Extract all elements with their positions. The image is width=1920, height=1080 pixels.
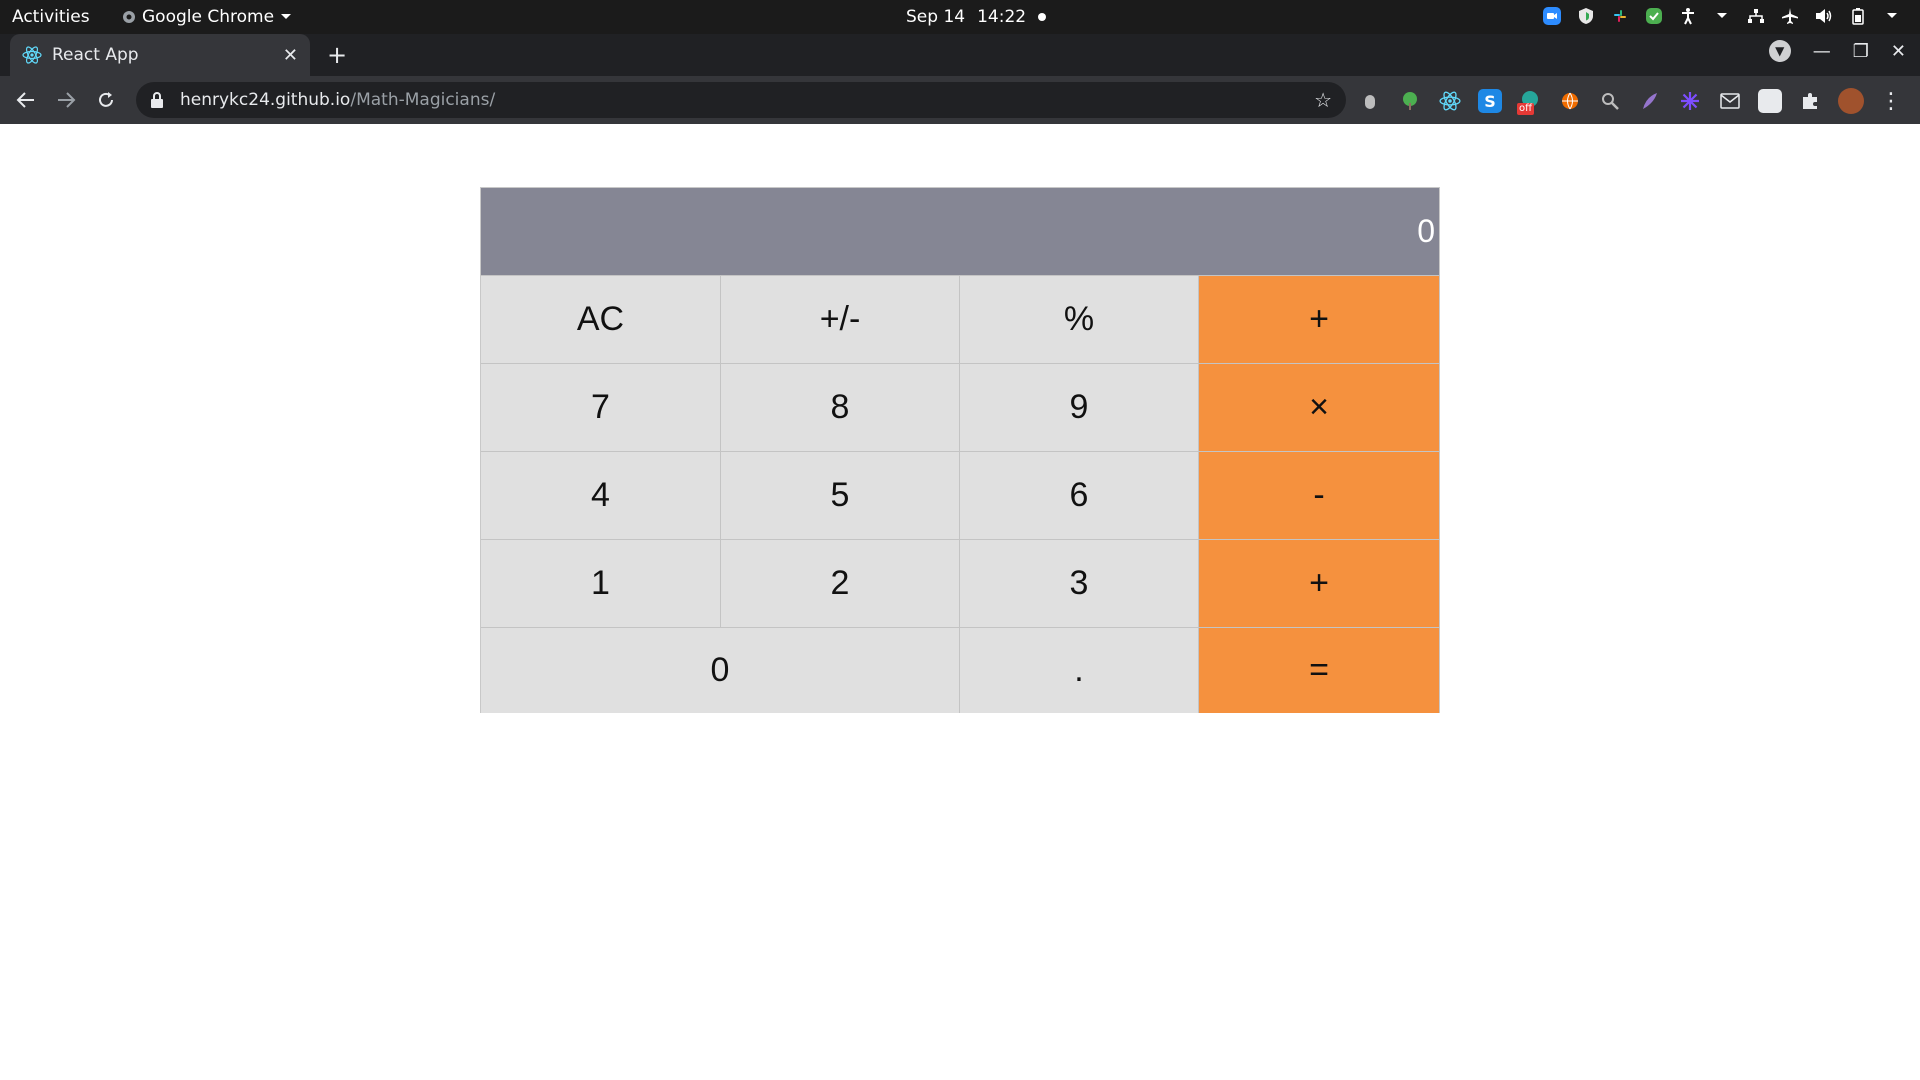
magnifier-extension-icon[interactable] bbox=[1598, 89, 1622, 113]
clock[interactable]: Sep 14 14:22 bbox=[906, 7, 1047, 27]
lock-icon[interactable] bbox=[150, 92, 164, 108]
key-7[interactable]: 7 bbox=[481, 363, 721, 451]
accessibility-icon[interactable] bbox=[1678, 6, 1698, 26]
window-controls: ▼ — ❐ ✕ bbox=[1768, 40, 1906, 62]
react-devtools-icon[interactable] bbox=[1438, 89, 1462, 113]
maximize-icon[interactable]: ❐ bbox=[1853, 41, 1869, 62]
key-5[interactable]: 5 bbox=[721, 451, 960, 539]
shield-icon[interactable] bbox=[1576, 6, 1596, 26]
minimize-icon[interactable]: — bbox=[1813, 41, 1831, 62]
react-icon bbox=[22, 46, 42, 64]
slack-icon[interactable] bbox=[1610, 6, 1630, 26]
network-icon[interactable] bbox=[1746, 6, 1766, 26]
toggle-off-extension-icon[interactable]: off bbox=[1517, 89, 1542, 115]
close-window-icon[interactable]: ✕ bbox=[1891, 41, 1906, 62]
tab-strip: React App ✕ + ▼ — ❐ ✕ bbox=[0, 34, 1920, 76]
arrow-left-icon bbox=[16, 92, 34, 108]
zoom-icon[interactable] bbox=[1542, 6, 1562, 26]
app-menu[interactable]: Google Chrome bbox=[122, 7, 292, 27]
puzzle-icon[interactable] bbox=[1798, 89, 1822, 113]
chevron-down-icon[interactable] bbox=[1712, 6, 1732, 26]
tab-react-app[interactable]: React App ✕ bbox=[10, 34, 310, 76]
key-multiply[interactable]: × bbox=[1199, 363, 1439, 451]
s-extension-icon[interactable]: S bbox=[1478, 89, 1502, 113]
arrow-right-icon bbox=[58, 92, 76, 108]
key-add[interactable]: + bbox=[1199, 539, 1439, 627]
address-bar[interactable]: henrykc24.github.io/Math-Magicians/ ☆ bbox=[136, 82, 1346, 118]
calculator: 0 AC +/- % + 7 8 9 × 4 5 6 - 1 2 3 + 0 .… bbox=[480, 187, 1440, 713]
profile-avatar[interactable] bbox=[1838, 88, 1864, 114]
mouse-extension-icon[interactable] bbox=[1358, 89, 1382, 113]
browser-toolbar: henrykc24.github.io/Math-Magicians/ ☆ S … bbox=[0, 76, 1920, 124]
key-6[interactable]: 6 bbox=[960, 451, 1199, 539]
chevron-down-icon bbox=[281, 14, 292, 19]
key-decimal[interactable]: . bbox=[960, 627, 1199, 713]
key-0[interactable]: 0 bbox=[481, 627, 960, 713]
chrome-icon bbox=[123, 11, 135, 23]
tab-title: React App bbox=[52, 45, 139, 65]
activities-button[interactable]: Activities bbox=[12, 7, 90, 27]
feather-extension-icon[interactable] bbox=[1638, 89, 1662, 113]
reload-icon bbox=[99, 92, 113, 107]
calculator-display: 0 bbox=[481, 188, 1439, 275]
globe-extension-icon[interactable] bbox=[1558, 89, 1582, 113]
asterisk-extension-icon[interactable] bbox=[1678, 89, 1702, 113]
system-tray[interactable] bbox=[1542, 6, 1902, 26]
key-4[interactable]: 4 bbox=[481, 451, 721, 539]
battery-icon[interactable] bbox=[1848, 6, 1868, 26]
volume-icon[interactable] bbox=[1814, 6, 1834, 26]
reload-button[interactable] bbox=[92, 86, 120, 114]
date-label: Sep 14 bbox=[906, 7, 966, 27]
extensions-area: S off ⋮ bbox=[1358, 88, 1902, 115]
key-operator-top[interactable]: + bbox=[1199, 275, 1439, 363]
key-ac[interactable]: AC bbox=[481, 275, 721, 363]
menu-kebab-icon[interactable]: ⋮ bbox=[1880, 89, 1902, 114]
key-9[interactable]: 9 bbox=[960, 363, 1199, 451]
close-tab-icon[interactable]: ✕ bbox=[283, 45, 298, 66]
check-shield-icon[interactable] bbox=[1644, 6, 1664, 26]
system-top-bar: Activities Google Chrome Sep 14 14:22 bbox=[0, 0, 1920, 34]
bookmark-star-icon[interactable]: ☆ bbox=[1314, 88, 1332, 112]
off-badge: off bbox=[1517, 103, 1535, 115]
key-2[interactable]: 2 bbox=[721, 539, 960, 627]
time-label: 14:22 bbox=[977, 7, 1027, 27]
key-1[interactable]: 1 bbox=[481, 539, 721, 627]
key-3[interactable]: 3 bbox=[960, 539, 1199, 627]
back-button[interactable] bbox=[12, 86, 40, 114]
tree-extension-icon[interactable] bbox=[1398, 89, 1422, 113]
key-8[interactable]: 8 bbox=[721, 363, 960, 451]
mail-extension-icon[interactable] bbox=[1718, 89, 1742, 113]
url-path: /Math-Magicians/ bbox=[350, 90, 496, 110]
square-extension-icon[interactable] bbox=[1758, 89, 1782, 113]
key-subtract[interactable]: - bbox=[1199, 451, 1439, 539]
url-host: henrykc24.github.io bbox=[180, 90, 351, 110]
app-menu-label: Google Chrome bbox=[142, 7, 275, 27]
new-tab-button[interactable]: + bbox=[322, 40, 352, 70]
airplane-mode-icon[interactable] bbox=[1780, 6, 1800, 26]
key-equals[interactable]: = bbox=[1199, 627, 1439, 713]
key-percent[interactable]: % bbox=[960, 275, 1199, 363]
key-plus-minus[interactable]: +/- bbox=[721, 275, 960, 363]
chevron-down-icon[interactable] bbox=[1882, 6, 1902, 26]
forward-button[interactable] bbox=[52, 86, 80, 114]
tab-search-icon[interactable]: ▼ bbox=[1768, 40, 1791, 62]
notification-dot-icon bbox=[1038, 13, 1047, 21]
